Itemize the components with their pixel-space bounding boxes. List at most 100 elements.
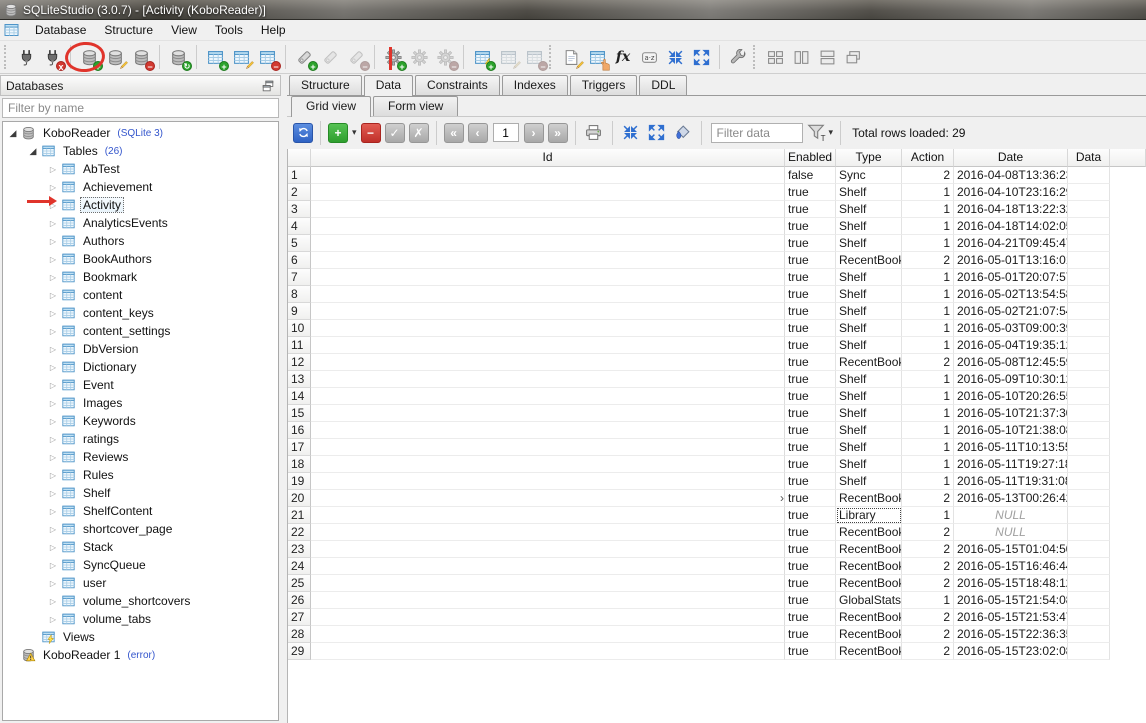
tree-item-dbversion[interactable]: ▷ DbVersion (3, 340, 278, 358)
cell-data[interactable] (1068, 558, 1110, 575)
cell-data[interactable] (1068, 218, 1110, 235)
expander-closed-icon[interactable]: ▷ (47, 399, 59, 408)
tab-indexes[interactable]: Indexes (501, 75, 568, 95)
expander-closed-icon[interactable]: ▷ (47, 489, 59, 498)
tab-form-view[interactable]: Form view (373, 96, 459, 116)
cell-action[interactable]: 2 (902, 609, 954, 626)
edit-view-button[interactable] (495, 44, 521, 70)
cell-date[interactable]: 2016-05-13T00:26:42 (954, 490, 1068, 507)
first-page-button[interactable]: « (443, 122, 464, 143)
row-number-cell[interactable]: 25 (288, 575, 311, 592)
cell-enabled[interactable]: true (785, 626, 836, 643)
expander-closed-icon[interactable]: ▷ (47, 237, 59, 246)
cell-date[interactable]: 2016-05-02T21:07:54 (954, 303, 1068, 320)
cell-enabled[interactable]: true (785, 286, 836, 303)
tree-item-achievement[interactable]: ▷ Achievement (3, 178, 278, 196)
row-number-cell[interactable]: 6 (288, 252, 311, 269)
tab-ddl[interactable]: DDL (639, 75, 688, 95)
cell-id[interactable] (311, 184, 785, 201)
tree-item-shelfcontent[interactable]: ▷ ShelfContent (3, 502, 278, 520)
cell-date[interactable]: 2016-04-18T13:22:32 (954, 201, 1068, 218)
tree-item-tables[interactable]: ◢ Tables (26) (3, 142, 278, 160)
column-header-id[interactable]: Id (311, 149, 785, 167)
expander-closed-icon[interactable]: ▷ (47, 525, 59, 534)
cell-data[interactable] (1068, 473, 1110, 490)
previous-page-button[interactable]: ‹ (467, 122, 488, 143)
cell-type[interactable]: Shelf (836, 201, 902, 218)
cell-enabled[interactable]: true (785, 490, 836, 507)
cell-id[interactable] (311, 609, 785, 626)
tree-item-content-settings[interactable]: ▷ content_settings (3, 322, 278, 340)
cell-action[interactable]: 2 (902, 626, 954, 643)
expander-closed-icon[interactable]: ▷ (47, 291, 59, 300)
cell-type[interactable]: Library (836, 507, 902, 524)
collapse-columns-button[interactable] (620, 122, 642, 144)
cell-type[interactable]: RecentBook (836, 490, 902, 507)
drop-trigger-button[interactable]: − (432, 44, 459, 72)
cell-date[interactable]: 2016-05-15T21:54:08Z (954, 592, 1068, 609)
expander-closed-icon[interactable]: ▷ (47, 381, 59, 390)
delete-row-button[interactable]: − (360, 122, 381, 143)
tree-item-syncqueue[interactable]: ▷ SyncQueue (3, 556, 278, 574)
cell-action[interactable]: 1 (902, 405, 954, 422)
cell-date[interactable]: 2016-05-15T22:36:35 (954, 626, 1068, 643)
cell-id[interactable] (311, 252, 785, 269)
cell-action[interactable]: 2 (902, 575, 954, 592)
cell-data[interactable] (1068, 201, 1110, 218)
tree-item-analyticsevents[interactable]: ▷ AnalyticsEvents (3, 214, 278, 232)
cell-data[interactable] (1068, 439, 1110, 456)
cell-enabled[interactable]: true (785, 405, 836, 422)
cell-data[interactable] (1068, 252, 1110, 269)
cell-date[interactable]: 2016-05-09T10:30:12 (954, 371, 1068, 388)
cell-data[interactable] (1068, 235, 1110, 252)
cell-id[interactable] (311, 541, 785, 558)
cell-enabled[interactable]: true (785, 541, 836, 558)
tree-item-rules[interactable]: ▷ Rules (3, 466, 278, 484)
grid-corner-cell[interactable] (288, 149, 311, 167)
cell-type[interactable]: Shelf (836, 235, 902, 252)
cell-enabled[interactable]: true (785, 303, 836, 320)
next-page-button[interactable]: › (523, 122, 544, 143)
cell-type[interactable]: RecentBook (836, 252, 902, 269)
cell-data[interactable] (1068, 303, 1110, 320)
cell-type[interactable]: Shelf (836, 184, 902, 201)
remove-database-button[interactable]: − (128, 44, 155, 72)
expander-closed-icon[interactable]: ▷ (47, 579, 59, 588)
cell-action[interactable]: 1 (902, 422, 954, 439)
cell-data[interactable] (1068, 575, 1110, 592)
row-number-cell[interactable]: 5 (288, 235, 311, 252)
cell-type[interactable]: RecentBook (836, 609, 902, 626)
row-number-cell[interactable]: 1 (288, 167, 311, 184)
cell-action[interactable]: 2 (902, 490, 954, 507)
cell-action[interactable]: 2 (902, 524, 954, 541)
cell-data[interactable] (1068, 592, 1110, 609)
row-number-cell[interactable]: 2 (288, 184, 311, 201)
cell-enabled[interactable]: true (785, 592, 836, 609)
row-number-cell[interactable]: 17 (288, 439, 311, 456)
refresh-data-button[interactable] (293, 122, 313, 143)
cell-id[interactable] (311, 524, 785, 541)
cell-data[interactable] (1068, 184, 1110, 201)
collations-editor-button[interactable] (636, 44, 662, 70)
cell-action[interactable]: 1 (902, 218, 954, 235)
menu-tools[interactable]: Tools (206, 21, 252, 39)
cell-enabled[interactable]: true (785, 320, 836, 337)
cell-action[interactable]: 2 (902, 252, 954, 269)
cell-data[interactable] (1068, 320, 1110, 337)
rollback-changes-button[interactable]: ✗ (408, 122, 429, 143)
cell-id[interactable] (311, 575, 785, 592)
cell-date[interactable]: 2016-04-21T09:45:47 (954, 235, 1068, 252)
cell-enabled[interactable]: true (785, 439, 836, 456)
cell-action[interactable]: 2 (902, 541, 954, 558)
filter-menu-button[interactable]: ▾ (829, 127, 834, 138)
create-trigger-button[interactable]: + (380, 44, 407, 72)
cell-date[interactable]: 2016-05-01T20:07:57 (954, 269, 1068, 286)
expander-closed-icon[interactable]: ▷ (47, 165, 59, 174)
row-number-cell[interactable]: 18 (288, 456, 311, 473)
row-number-cell[interactable]: 10 (288, 320, 311, 337)
tree-item-koboreader-1[interactable]: KoboReader 1 (error) (3, 646, 278, 664)
row-number-cell[interactable]: 27 (288, 609, 311, 626)
cell-type[interactable]: Shelf (836, 303, 902, 320)
tree-item-bookmark[interactable]: ▷ Bookmark (3, 268, 278, 286)
cell-data[interactable] (1068, 626, 1110, 643)
